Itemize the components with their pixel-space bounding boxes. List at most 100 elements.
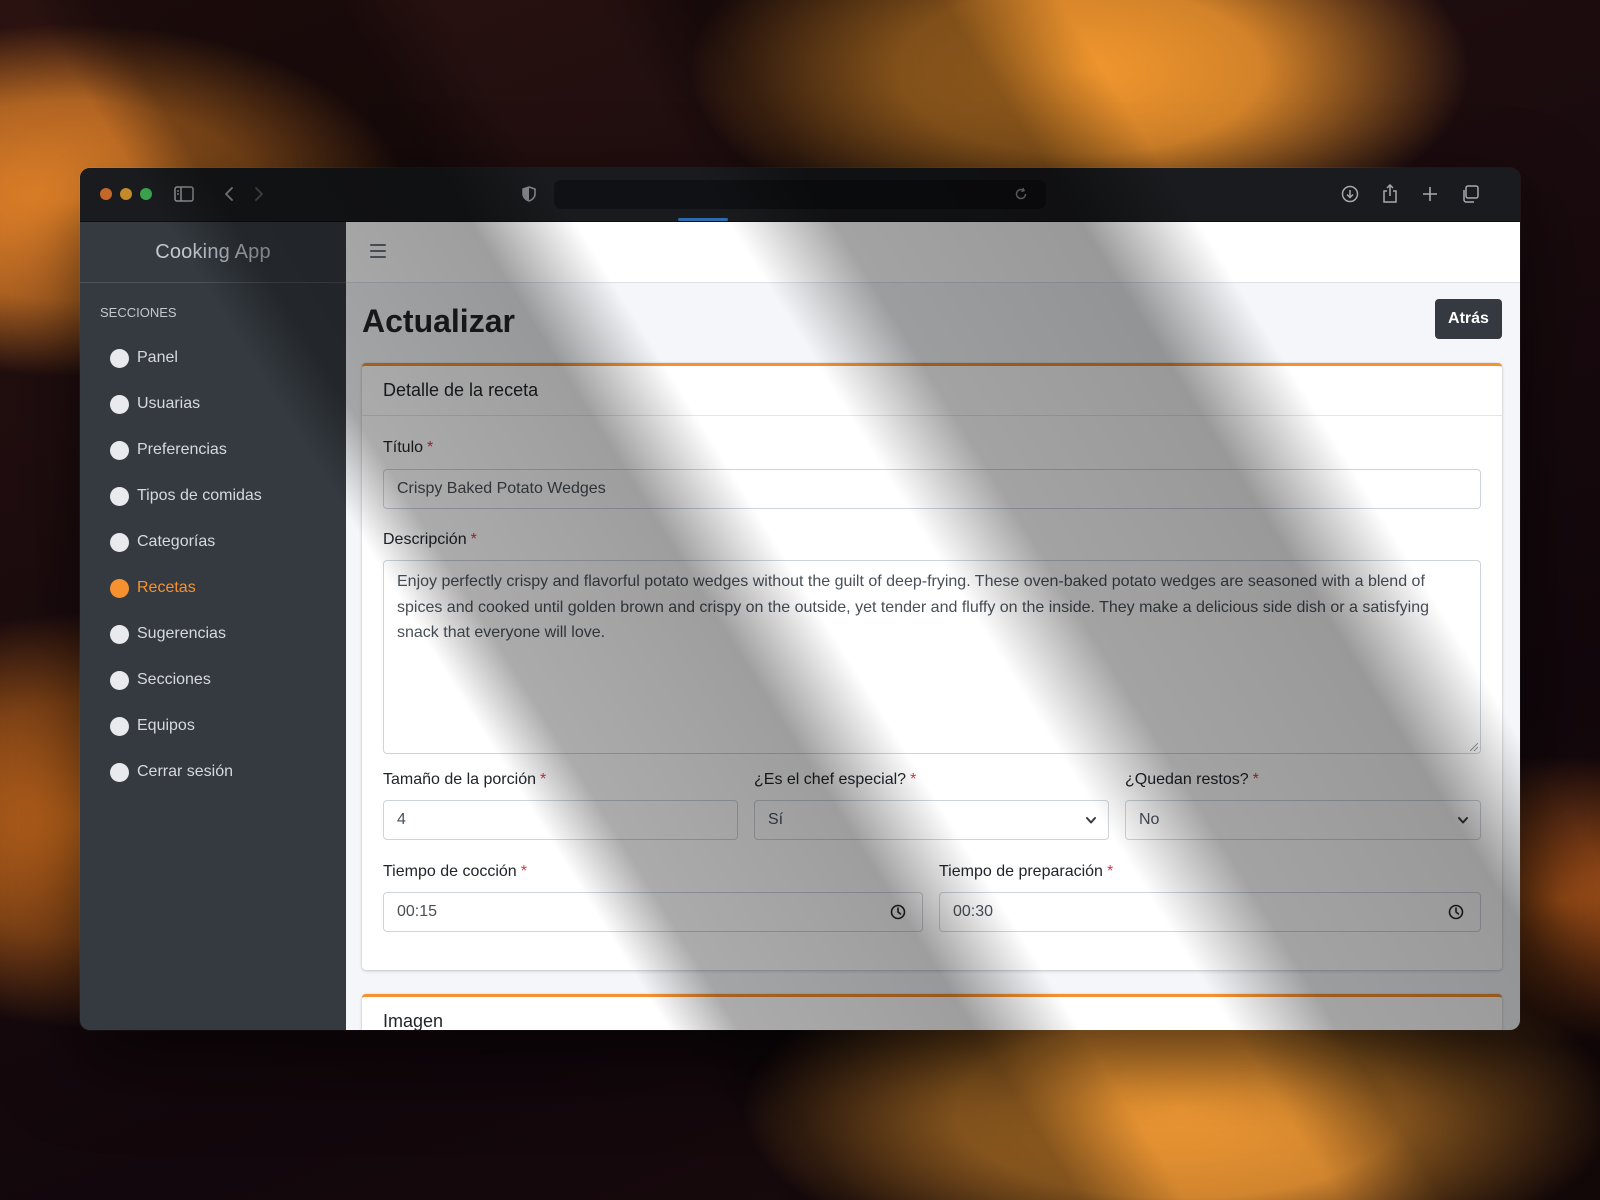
sidebar-section-header: SECCIONES — [100, 305, 177, 320]
sidebar-item-categorias[interactable]: Categorías — [80, 519, 346, 565]
description-textarea-value: Enjoy perfectly crispy and flavorful pot… — [397, 573, 1430, 641]
prep-time-input[interactable]: 00:30 — [939, 892, 1481, 932]
leftovers-select-value: No — [1139, 811, 1160, 828]
circle-icon — [110, 532, 129, 552]
main-content: Actualizar Atrás Detalle de la receta Tí… — [346, 222, 1520, 1030]
circle-icon — [110, 670, 129, 690]
portion-label: Tamaño de la porción * — [383, 771, 546, 789]
sidebar-item-label: Categorías — [137, 533, 216, 550]
sidebar-item-sugerencias[interactable]: Sugerencias — [80, 611, 346, 657]
page-title: Actualizar — [362, 303, 515, 339]
chef-label-text: ¿Es el chef especial? — [754, 771, 907, 788]
minimize-window-button[interactable] — [120, 188, 132, 200]
content-header: Actualizar Atrás — [346, 283, 1520, 363]
title-label: Título * — [383, 439, 433, 457]
sidebar-item-equipos[interactable]: Equipos — [80, 703, 346, 749]
clock-icon[interactable] — [1448, 904, 1464, 920]
sidebar-item-label: Recetas — [137, 579, 196, 596]
top-navbar — [346, 222, 1520, 283]
sidebar-item-label: Panel — [137, 349, 178, 366]
required-mark: * — [427, 439, 434, 456]
required-mark: * — [520, 863, 527, 880]
clock-icon[interactable] — [890, 904, 906, 920]
description-label-text: Descripción — [383, 531, 467, 548]
maximize-window-button[interactable] — [140, 188, 152, 200]
circle-icon — [110, 394, 129, 414]
prep-time-label: Tiempo de preparación * — [939, 863, 1113, 881]
sidebar-item-secciones[interactable]: Secciones — [80, 657, 346, 703]
portion-input[interactable]: 4 — [383, 800, 738, 840]
sidebar-toggle-icon[interactable] — [171, 181, 197, 207]
leftovers-select[interactable]: No — [1125, 800, 1481, 840]
sidebar-item-label: Sugerencias — [137, 625, 226, 642]
sidebar-item-label: Preferencias — [137, 441, 227, 458]
portion-label-text: Tamaño de la porción — [383, 771, 536, 788]
hamburger-icon[interactable] — [370, 240, 392, 262]
recipe-detail-card: Detalle de la receta Título * Crispy Bake… — [362, 363, 1502, 970]
sidebar-item-label: Secciones — [137, 671, 211, 688]
prep-time-label-text: Tiempo de preparación — [939, 863, 1103, 880]
sidebar-item-preferencias[interactable]: Preferencias — [80, 427, 346, 473]
circle-icon — [110, 716, 129, 736]
share-icon[interactable] — [1377, 181, 1403, 207]
sidebar-nav: Panel Usuarias Preferencias Tipos de com… — [80, 335, 346, 795]
shield-icon[interactable] — [516, 181, 542, 207]
back-button[interactable]: Atrás — [1435, 299, 1502, 339]
circle-icon — [110, 486, 129, 506]
sidebar: Cooking App SECCIONES Panel Usuarias Pre… — [80, 222, 346, 1030]
circle-icon — [110, 348, 129, 368]
leftovers-label: ¿Quedan restos? * — [1125, 771, 1259, 789]
plus-icon[interactable] — [1417, 181, 1443, 207]
cook-time-label-text: Tiempo de cocción — [383, 863, 517, 880]
resize-handle-icon[interactable] — [1470, 743, 1478, 751]
sidebar-item-tipos-de-comidas[interactable]: Tipos de comidas — [80, 473, 346, 519]
forward-arrow-icon[interactable] — [246, 181, 272, 207]
page-load-progress — [678, 218, 728, 221]
chef-select[interactable]: Sí — [754, 800, 1109, 840]
cook-time-input[interactable]: 00:15 — [383, 892, 923, 932]
tabs-icon[interactable] — [1457, 181, 1483, 207]
sidebar-item-cerrar-sesion[interactable]: Cerrar sesión — [80, 749, 346, 795]
required-mark: * — [470, 531, 477, 548]
brand-title[interactable]: Cooking App — [80, 222, 346, 283]
chef-select-value: Sí — [768, 811, 784, 828]
chevron-down-icon — [1086, 817, 1096, 824]
circle-icon — [110, 440, 129, 460]
browser-window: Cooking App SECCIONES Panel Usuarias Pre… — [80, 168, 1520, 1030]
title-label-text: Título — [383, 439, 424, 456]
circle-icon — [110, 762, 129, 782]
circle-icon — [110, 578, 129, 598]
sidebar-item-label: Usuarias — [137, 395, 201, 412]
required-mark: * — [1252, 771, 1259, 788]
cook-time-label: Tiempo de cocción * — [383, 863, 527, 881]
cook-time-input-value: 00:15 — [397, 903, 438, 920]
description-label: Descripción * — [383, 531, 477, 549]
address-bar[interactable] — [554, 180, 1046, 209]
download-icon[interactable] — [1337, 181, 1363, 207]
chevron-down-icon — [1458, 817, 1468, 824]
title-input-value: Crispy Baked Potato Wedges — [397, 480, 606, 497]
required-mark: * — [539, 771, 547, 788]
card-header: Imagen — [383, 1011, 444, 1030]
prep-time-input-value: 00:30 — [953, 903, 994, 920]
sidebar-item-usuarias[interactable]: Usuarias — [80, 381, 346, 427]
app-root: Cooking App SECCIONES Panel Usuarias Pre… — [80, 222, 1520, 1030]
sidebar-item-label: Tipos de comidas — [137, 487, 262, 504]
portion-input-value: 4 — [397, 811, 406, 828]
sidebar-item-panel[interactable]: Panel — [80, 335, 346, 381]
chef-label: ¿Es el chef especial? * — [754, 771, 916, 789]
circle-icon — [110, 624, 129, 644]
sidebar-item-label: Cerrar sesión — [137, 763, 234, 780]
browser-toolbar — [80, 168, 1520, 222]
back-arrow-icon[interactable] — [216, 181, 242, 207]
sidebar-item-recetas[interactable]: Recetas — [80, 565, 346, 611]
required-mark: * — [1106, 863, 1114, 880]
required-mark: * — [910, 771, 917, 788]
image-card: Imagen — [362, 994, 1502, 1030]
reload-icon[interactable] — [1008, 181, 1034, 207]
close-window-button[interactable] — [100, 188, 112, 200]
description-textarea[interactable]: Enjoy perfectly crispy and flavorful pot… — [383, 560, 1481, 754]
title-input[interactable]: Crispy Baked Potato Wedges — [383, 469, 1481, 509]
leftovers-label-text: ¿Quedan restos? — [1125, 771, 1249, 788]
card-header: Detalle de la receta — [362, 366, 1502, 416]
